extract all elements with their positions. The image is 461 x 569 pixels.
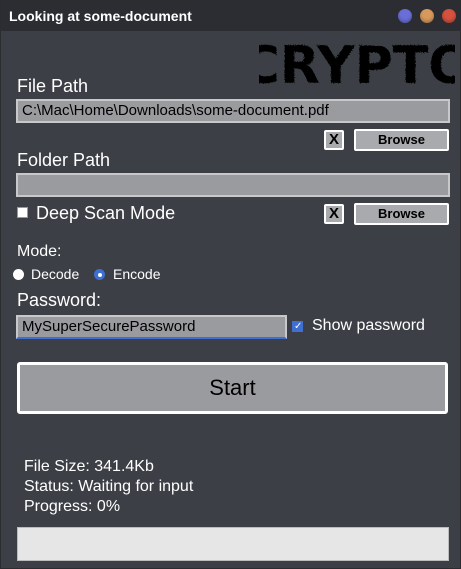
show-password-label: Show password	[312, 317, 425, 334]
close-button[interactable]	[442, 9, 456, 23]
browse-folder-button[interactable]: Browse	[354, 203, 449, 225]
app-window: Looking at some-document CRYPTO File Pat…	[0, 0, 461, 569]
encode-label: Encode	[113, 266, 161, 282]
folder-path-label: Folder Path	[17, 150, 111, 170]
show-password-checkbox[interactable]: ✓	[292, 321, 303, 332]
password-input[interactable]: MySuperSecurePassword	[16, 315, 287, 339]
clear-file-path-button[interactable]: X	[324, 130, 344, 150]
progress-bar	[17, 527, 449, 561]
crypto-logo: CRYPTO	[259, 36, 455, 95]
decode-label: Decode	[31, 266, 80, 282]
progress-text: Progress: 0%	[24, 498, 121, 515]
encode-radio[interactable]	[94, 269, 105, 280]
folder-path-input[interactable]	[16, 173, 450, 197]
status-text: Status: Waiting for input	[24, 478, 194, 495]
maximize-button[interactable]	[420, 9, 434, 23]
window-title: Looking at some-document	[9, 8, 192, 24]
check-icon: ✓	[294, 321, 303, 332]
minimize-button[interactable]	[398, 9, 412, 23]
file-path-input[interactable]: C:\Mac\Home\Downloads\some-document.pdf	[16, 99, 450, 123]
file-path-label: File Path	[17, 76, 89, 96]
deep-scan-checkbox[interactable]	[17, 207, 28, 218]
password-label: Password:	[17, 290, 102, 310]
file-size-text: File Size: 341.4Kb	[24, 458, 154, 475]
decode-radio[interactable]	[13, 269, 24, 280]
start-button[interactable]: Start	[17, 362, 448, 414]
browse-file-button[interactable]: Browse	[354, 129, 449, 151]
clear-folder-path-button[interactable]: X	[324, 204, 344, 224]
mode-label: Mode:	[17, 243, 62, 260]
deep-scan-label: Deep Scan Mode	[36, 203, 176, 223]
title-bar[interactable]: Looking at some-document	[1, 1, 460, 31]
svg-text:CRYPTO: CRYPTO	[259, 36, 455, 95]
